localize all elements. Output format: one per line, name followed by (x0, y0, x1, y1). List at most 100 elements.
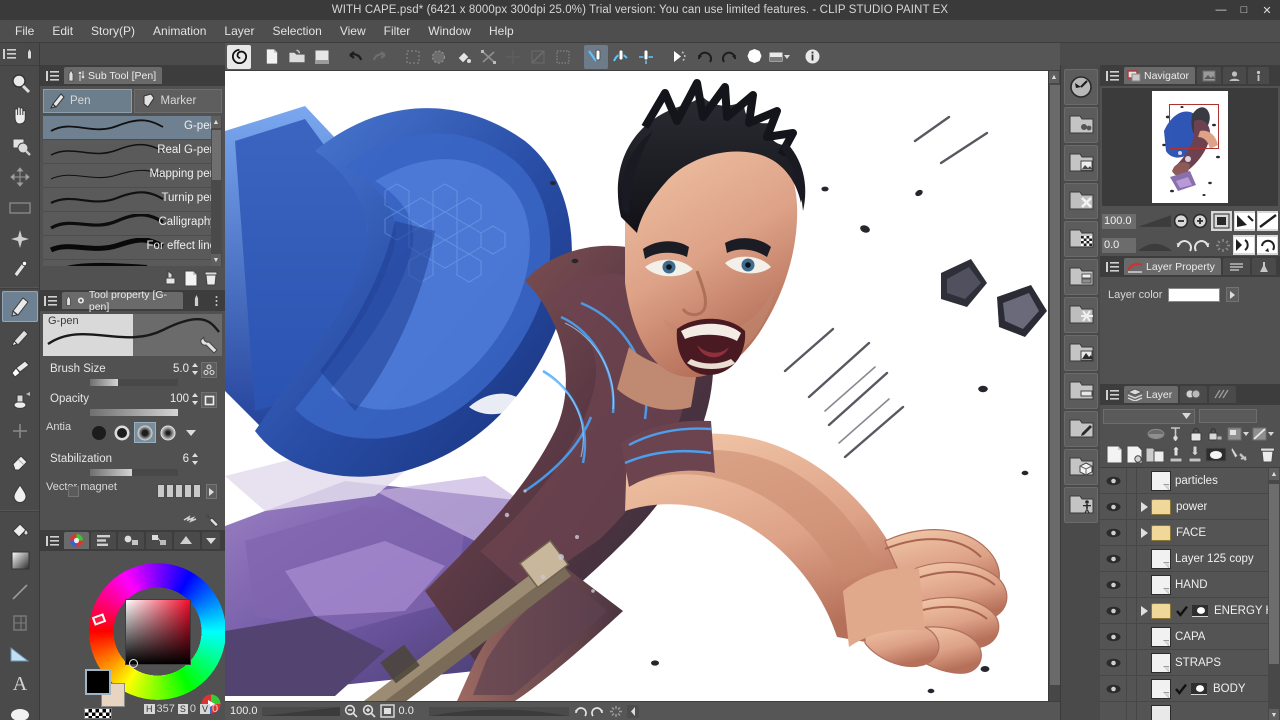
layer-blend-mode-select[interactable] (1103, 408, 1195, 424)
antialias-option-none[interactable] (88, 422, 110, 443)
panel-menu-icon[interactable] (1102, 257, 1122, 277)
open-file-icon[interactable] (285, 45, 309, 69)
layer-name[interactable]: CAPA (1175, 631, 1205, 643)
mask-enable-icon[interactable] (1251, 426, 1275, 443)
canvas-rotation-value[interactable]: 0.0 (399, 705, 425, 717)
material-effect-icon[interactable] (1064, 297, 1098, 333)
material-3dobject-icon[interactable] (1064, 449, 1098, 485)
reset-rotation-icon[interactable] (1214, 235, 1231, 255)
menu-filter[interactable]: Filter (375, 21, 420, 41)
layer-lock-cell[interactable] (1126, 545, 1137, 572)
sub-tool-item-partial[interactable] (43, 260, 222, 266)
layer-lock-cell[interactable] (1126, 571, 1137, 598)
layer-lock-cell[interactable] (1126, 623, 1137, 650)
create-subtool-icon[interactable] (183, 270, 199, 287)
menu-view[interactable]: View (331, 21, 375, 41)
layer-thumbnail[interactable] (1151, 704, 1171, 720)
folder-expand-icon[interactable] (1137, 605, 1151, 616)
delete-mask-icon[interactable] (1229, 444, 1249, 464)
layer-thumbnail[interactable] (1151, 470, 1171, 491)
tab-layer-search[interactable] (1180, 386, 1208, 403)
operation-tool[interactable] (2, 192, 38, 223)
layer-row-energy-han[interactable]: ENERGY HAN (1100, 597, 1280, 624)
new-raster-layer-icon[interactable] (1105, 444, 1123, 464)
tab-animation-cels[interactable] (1222, 258, 1250, 275)
canvas-zoom-value[interactable]: 100.0 (230, 705, 258, 717)
antialias-option-strong[interactable] (157, 422, 179, 443)
move-layer-tool[interactable] (2, 161, 38, 192)
foreground-color-swatch[interactable] (85, 669, 111, 695)
menu-story[interactable]: Story(P) (82, 21, 144, 41)
panel-menu-icon[interactable] (0, 44, 20, 64)
layer-row-body[interactable]: BODY (1100, 675, 1280, 702)
tab-sub-tool[interactable]: Sub Tool [Pen] (64, 67, 163, 84)
scale-rotate-icon[interactable] (476, 45, 500, 69)
tab-intermediate-color[interactable] (146, 532, 172, 549)
layer-thumbnail[interactable] (1151, 652, 1171, 673)
scroll-down-arrow[interactable]: ▼ (1269, 709, 1279, 720)
artboard[interactable] (225, 71, 1048, 701)
visibility-toggle-icon[interactable] (1100, 632, 1126, 642)
visibility-toggle-icon[interactable] (1100, 606, 1126, 616)
transfer-down-icon[interactable] (1167, 444, 1184, 463)
new-vector-layer-icon[interactable] (1125, 444, 1143, 464)
decoration-tool[interactable] (2, 415, 38, 446)
layer-lock-cell[interactable] (1126, 675, 1137, 702)
canvas-vertical-scrollbar[interactable]: ▲ (1048, 71, 1060, 708)
layer-name[interactable]: STRAPS (1175, 657, 1221, 669)
panel-menu-icon[interactable] (42, 66, 62, 86)
layer-color-expand-icon[interactable] (1226, 287, 1240, 302)
scrollbar-thumb[interactable] (1269, 484, 1279, 664)
layer-thumbnail[interactable] (1151, 548, 1171, 569)
layer-name[interactable]: power (1176, 501, 1207, 513)
layer-lock-cell[interactable] (1126, 468, 1137, 494)
quick-access-icon[interactable] (742, 45, 766, 69)
layer-opacity-field[interactable] (1199, 409, 1257, 423)
fit-to-screen-icon[interactable] (1211, 211, 1233, 231)
tab-timeline[interactable] (1209, 386, 1237, 403)
sub-tool-scrollbar[interactable]: ▲ ▼ (211, 116, 222, 266)
zoom-slider[interactable] (1137, 213, 1172, 229)
tab-layer[interactable]: Layer (1124, 386, 1179, 403)
material-manga-icon[interactable] (1064, 107, 1098, 143)
sv-selector[interactable] (129, 659, 138, 668)
tab-color-wheel[interactable] (64, 532, 89, 549)
layer-lock-cell[interactable] (1126, 493, 1137, 520)
menu-edit[interactable]: Edit (43, 21, 82, 41)
antialias-option-middle[interactable] (134, 422, 156, 443)
material-color-pattern-icon[interactable] (1064, 259, 1098, 295)
text-tool[interactable]: A (2, 669, 38, 700)
vector-magnet-bars[interactable] (157, 484, 201, 498)
layer-row-hand[interactable]: HAND (1100, 571, 1280, 598)
new-layer-folder-icon[interactable] (1145, 444, 1165, 464)
brush-tool[interactable] (2, 353, 38, 384)
magnifier-tool[interactable] (2, 68, 38, 99)
visibility-toggle-icon[interactable] (1100, 658, 1126, 668)
collapse-statusbar-icon[interactable] (626, 704, 639, 718)
reset-flip-icon[interactable] (1233, 235, 1255, 255)
ruler-snap-line-icon[interactable] (584, 44, 608, 69)
sub-tool-item-mapping-pen[interactable]: Mapping pen (43, 164, 222, 188)
scroll-up-arrow[interactable]: ▲ (1049, 71, 1059, 83)
save-icon[interactable] (310, 45, 334, 69)
scroll-down-arrow[interactable]: ▼ (211, 254, 221, 266)
panel-menu-icon[interactable] (1102, 385, 1122, 405)
auto-select-tool[interactable] (2, 254, 38, 285)
layer-name[interactable]: ENERGY HAN (1214, 605, 1274, 617)
material-pose-icon[interactable] (1064, 487, 1098, 523)
saturation-value-square[interactable] (125, 599, 191, 665)
sub-tool-item-real-g-pen[interactable]: Real G-pen (43, 140, 222, 164)
layer-row-capa[interactable]: CAPA (1100, 623, 1280, 650)
fill-selection-icon[interactable] (426, 45, 450, 69)
tab-tool-property[interactable]: Tool property [G-pen] (61, 289, 184, 313)
layer-list[interactable]: particles power FACE Layer 125 copy HAND… (1100, 467, 1280, 720)
folder-expand-icon[interactable] (1137, 501, 1151, 512)
hand-tool[interactable] (2, 99, 38, 130)
tool-property-aux-icon[interactable] (187, 291, 205, 311)
navigator-rotation-value[interactable]: 0.0 (1102, 237, 1137, 253)
deselect-icon[interactable] (526, 45, 550, 69)
ruler-snap-special-icon[interactable] (634, 45, 658, 69)
reset-property-icon[interactable] (182, 512, 200, 528)
pencil-tool[interactable] (2, 322, 38, 353)
zoom-out-icon[interactable] (344, 704, 358, 718)
